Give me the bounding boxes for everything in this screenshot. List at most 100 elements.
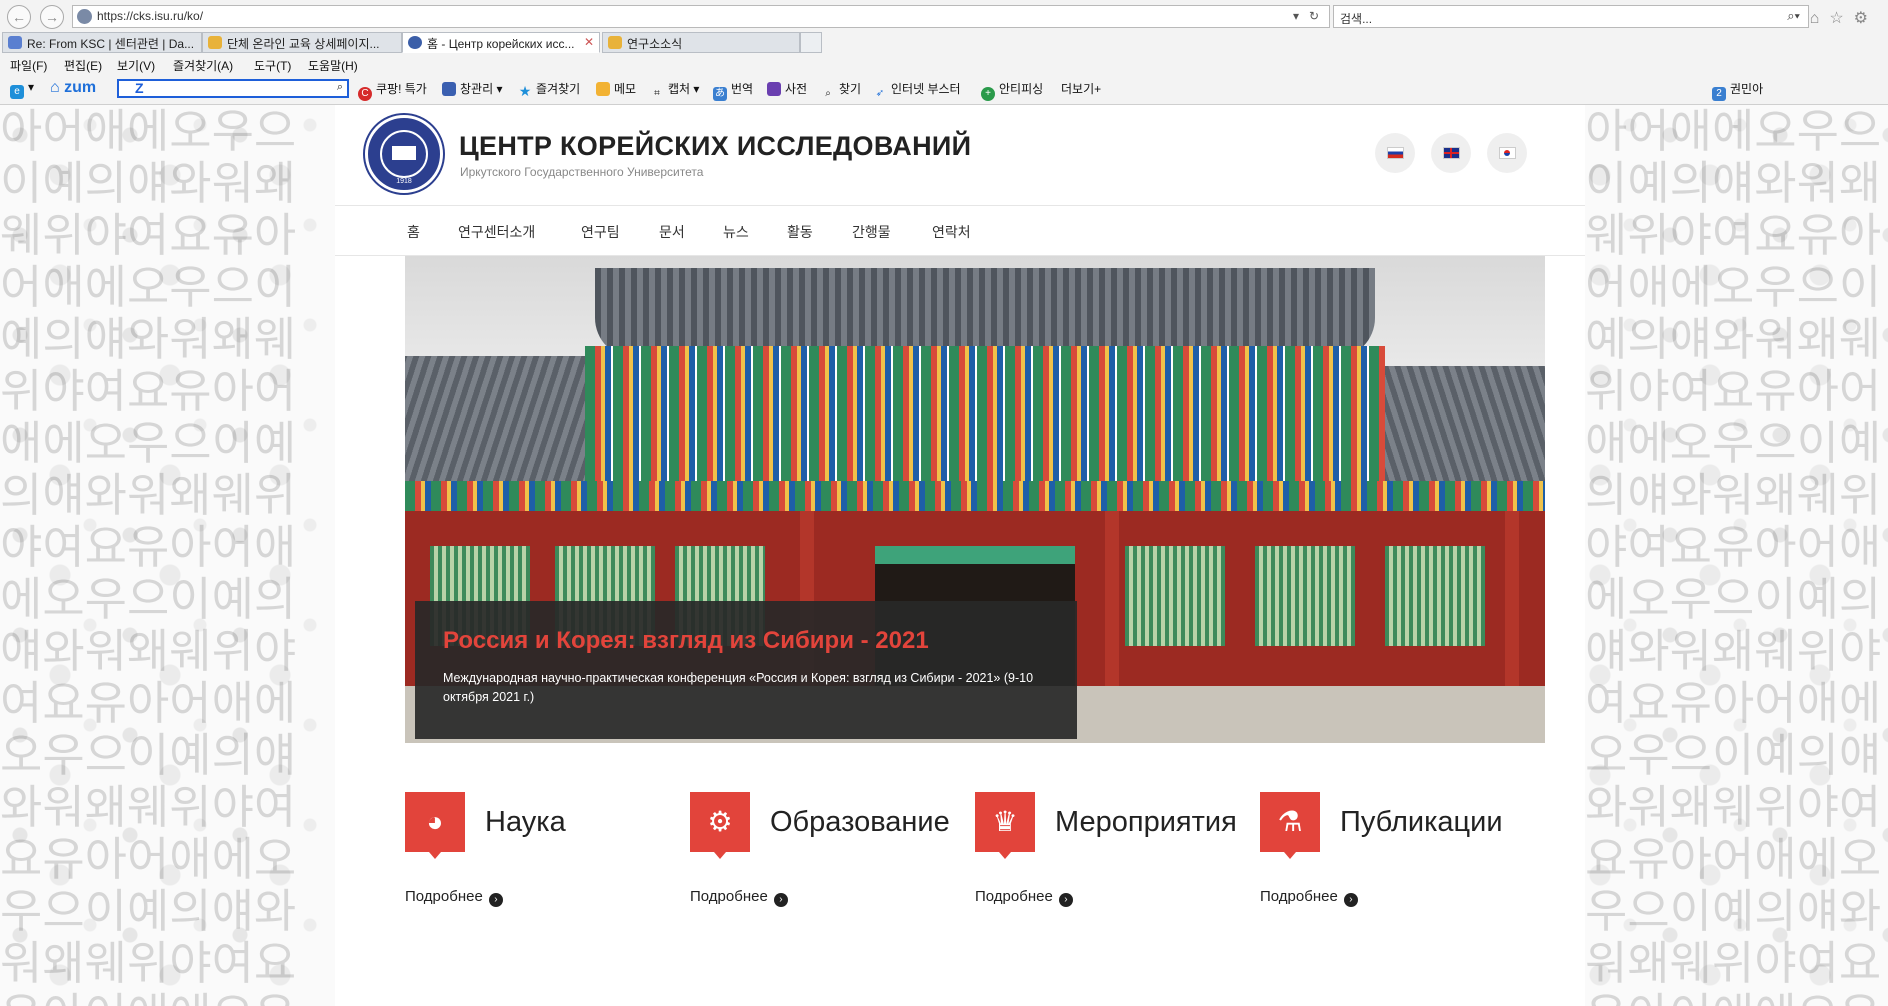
browser-right-icons: ⌂☆⚙ [1810, 8, 1878, 28]
feature-title[interactable]: Образование [770, 806, 950, 839]
browser-chrome: ← → https://cks.isu.ru/ko/ ▾ ↻ 검색... ⌕▾ … [0, 0, 1888, 105]
arrow-circle-right-icon: › [773, 893, 788, 907]
capture-tool[interactable]: ⌗ 캡처 ▾ [650, 80, 699, 101]
zum-label: zum [64, 79, 97, 96]
korea-flag-icon [1499, 147, 1516, 159]
search-icon[interactable]: ⌕▾ [1787, 8, 1800, 24]
mail-icon [8, 36, 22, 49]
translate-tool[interactable]: あ 번역 [713, 80, 753, 101]
toolbar-label: 창관리 [460, 82, 494, 96]
painted-eaves [585, 346, 1385, 486]
menu-view[interactable]: 보기(V) [117, 57, 155, 74]
zum-toolbar: e ▾ ⌂ zum Z ⌕ C 쿠팡! 특가 창관리 ▾ ★ 즐겨찾기 메모 ⌗ 캡처 … [0, 78, 1888, 101]
gear-icon[interactable]: ⚙ [690, 792, 750, 859]
find-tool[interactable]: ⌕ 찾기 [821, 80, 861, 101]
toolbar-label: 찾기 [839, 82, 862, 96]
feature-title[interactable]: Мероприятия [1055, 806, 1237, 839]
close-icon[interactable]: ✕ [584, 35, 594, 49]
uk-flag-icon [1443, 147, 1460, 159]
tab-research-news[interactable]: 연구소소식 [602, 32, 800, 53]
user-account[interactable]: 2 권민아 [1712, 80, 1763, 101]
slider-caption-text: Международная научно-практическая конфер… [443, 671, 1034, 704]
nav-publications[interactable]: 간행물 [852, 222, 891, 242]
menu-tools[interactable]: 도구(T) [254, 57, 291, 74]
menu-edit[interactable]: 편집(E) [64, 57, 102, 74]
zum-z-icon: Z [135, 80, 144, 96]
seal-year: 1918 [396, 178, 412, 185]
page-viewport: 아어애에오우으이예의얘와워왜웨위야여요유아어애에오우으이예의얘와워왜웨위야여요유… [0, 105, 1888, 1006]
coupang-deal[interactable]: C 쿠팡! 특가 [358, 80, 427, 101]
nav-home[interactable]: 홈 [407, 222, 420, 242]
feature-title[interactable]: Публикации [1340, 806, 1503, 839]
site-favicon-icon [77, 9, 92, 24]
nav-team[interactable]: 연구팀 [581, 222, 620, 242]
lang-korean-button[interactable] [1487, 133, 1527, 173]
toolbar-label: 즐겨찾기 [536, 82, 581, 96]
toolbar-label: 번역 [731, 82, 754, 96]
anti-phishing[interactable]: + 안티피싱 [981, 80, 1043, 101]
internet-booster[interactable]: ➶ 인터넷 부스터 [873, 80, 961, 101]
toolbar-label: 캡처 [668, 82, 691, 96]
lattice-window [1255, 546, 1355, 646]
star-icon[interactable]: ☆ [1829, 10, 1853, 27]
new-tab-button[interactable] [800, 32, 822, 53]
trophy-icon[interactable]: ♛ [975, 792, 1035, 859]
toolbar-label: 사전 [785, 82, 808, 96]
favorites-tool[interactable]: ★ 즐겨찾기 [518, 80, 580, 98]
refresh-icon[interactable]: ↻ [1309, 9, 1319, 23]
toolbar-label: 인터넷 부스터 [891, 82, 961, 96]
menu-help[interactable]: 도움말(H) [308, 57, 358, 74]
read-more-link[interactable]: Подробнее › [690, 888, 788, 907]
toolbar-label: 안티피싱 [999, 82, 1044, 96]
feature-publications: ⚗ Публикации Подробнее › [1260, 792, 1530, 912]
nav-documents[interactable]: 문서 [659, 222, 685, 242]
read-more-link[interactable]: Подробнее › [405, 888, 503, 907]
address-dropdown-icon[interactable]: ▾ [1293, 9, 1299, 23]
slider-caption-title[interactable]: Россия и Корея: взгляд из Сибири - 2021 [443, 627, 929, 655]
zum-home-link[interactable]: ⌂ zum [50, 79, 96, 97]
browser-search-input[interactable]: 검색... ⌕▾ [1333, 5, 1809, 28]
zum-search-input[interactable]: Z ⌕ [117, 79, 349, 98]
back-button[interactable]: ← [7, 5, 31, 29]
lang-russian-button[interactable] [1375, 133, 1415, 173]
tab-mail[interactable]: Re: From KSC | 센터관련 | Da... [2, 32, 202, 53]
lang-english-button[interactable] [1431, 133, 1471, 173]
nav-about[interactable]: 연구센터소개 [458, 222, 535, 242]
tab-cks-home[interactable]: 홈 - Центр корейских исс... ✕ [402, 32, 600, 53]
seal-ring [380, 130, 428, 178]
more-tools[interactable]: 더보기+ [1061, 80, 1101, 97]
main-nav: 홈 연구센터소개 연구팀 문서 뉴스 활동 간행물 연락처 [335, 206, 1585, 256]
lattice-window [1385, 546, 1485, 646]
nav-news[interactable]: 뉴스 [723, 222, 749, 242]
nav-contacts[interactable]: 연락처 [932, 222, 971, 242]
feature-title[interactable]: Наука [485, 806, 566, 839]
search-placeholder: 검색... [1340, 12, 1373, 26]
ie-dropdown-icon[interactable]: e ▾ [10, 80, 34, 99]
read-more-link[interactable]: Подробнее › [1260, 888, 1358, 907]
nav-activities[interactable]: 활동 [787, 222, 813, 242]
feature-education: ⚙ Образование Подробнее › [690, 792, 960, 912]
search-icon[interactable]: ⌕ [337, 81, 343, 94]
site-title[interactable]: ЦЕНТР КОРЕЙСКИХ ИССЛЕДОВАНИЙ [459, 131, 971, 162]
tab-strip: Re: From KSC | 센터관련 | Da... 단체 온라인 교육 상세… [0, 32, 1888, 54]
tab-education[interactable]: 단체 온라인 교육 상세페이지... [202, 32, 402, 53]
menu-favorites[interactable]: 즐겨찾기(A) [173, 57, 233, 74]
painted-beam [405, 481, 1545, 511]
flask-icon[interactable]: ⚗ [1260, 792, 1320, 859]
address-bar[interactable]: https://cks.isu.ru/ko/ ▾ ↻ [72, 5, 1330, 28]
slider-caption[interactable]: Россия и Корея: взгляд из Сибири - 2021 … [415, 601, 1077, 739]
forward-button[interactable]: → [40, 5, 64, 29]
window-manager[interactable]: 창관리 ▾ [442, 80, 502, 97]
menu-file[interactable]: 파일(F) [10, 57, 47, 74]
gear-icon[interactable]: ⚙ [1854, 10, 1878, 27]
read-more-label: Подробнее [690, 888, 768, 905]
home-icon[interactable]: ⌂ [1810, 10, 1830, 27]
globe-icon[interactable]: ◕ [405, 792, 465, 859]
read-more-link[interactable]: Подробнее › [975, 888, 1073, 907]
hero-slider[interactable]: Россия и Корея: взгляд из Сибири - 2021 … [405, 256, 1545, 743]
memo-tool[interactable]: 메모 [596, 80, 636, 97]
feature-science: ◕ Наука Подробнее › [405, 792, 675, 912]
hangul-pattern-background: 아어애에오우으이예의얘와워왜웨위야여요유아어애에오우으이예의얘와워왜웨위야여요유… [0, 105, 297, 1006]
dictionary-tool[interactable]: 사전 [767, 80, 807, 97]
university-seal-logo[interactable]: 1918 [365, 115, 443, 193]
